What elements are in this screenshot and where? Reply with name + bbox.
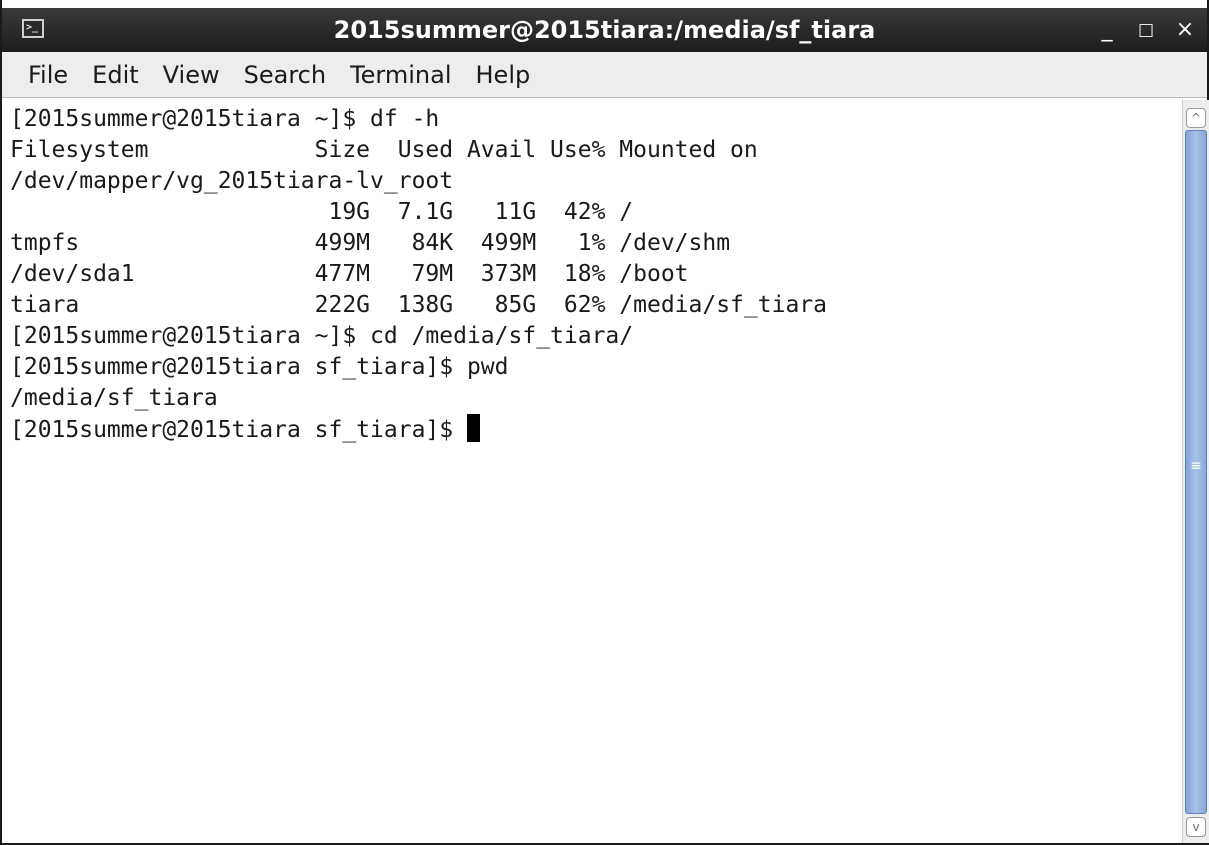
menu-bar: File Edit View Search Terminal Help bbox=[2, 52, 1207, 98]
close-button[interactable]: × bbox=[1172, 16, 1198, 44]
prompt-line[interactable]: [2015summer@2015tiara sf_tiara]$ bbox=[10, 414, 1172, 445]
menu-file[interactable]: File bbox=[16, 53, 80, 97]
terminal-line: Filesystem Size Used Avail Use% Mounted … bbox=[10, 137, 758, 163]
menu-help[interactable]: Help bbox=[464, 53, 543, 97]
terminal-line: [2015summer@2015tiara ~]$ cd /media/sf_t… bbox=[10, 323, 634, 349]
terminal-window: >_ 2015summer@2015tiara:/media/sf_tiara … bbox=[0, 0, 1209, 845]
scroll-up-icon[interactable]: ^ bbox=[1186, 108, 1206, 128]
vertical-scrollbar[interactable]: ^ ≡ v bbox=[1182, 100, 1209, 843]
menu-view[interactable]: View bbox=[151, 53, 232, 97]
maximize-button[interactable]: □ bbox=[1133, 16, 1159, 44]
title-bar[interactable]: >_ 2015summer@2015tiara:/media/sf_tiara … bbox=[2, 0, 1207, 52]
menu-terminal[interactable]: Terminal bbox=[338, 53, 463, 97]
minimize-button[interactable]: _ bbox=[1094, 16, 1120, 44]
terminal-line: tiara 222G 138G 85G 62% /media/sf_tiara bbox=[10, 292, 827, 318]
scroll-down-icon[interactable]: v bbox=[1186, 817, 1206, 837]
scroll-thumb[interactable]: ≡ bbox=[1185, 130, 1207, 814]
terminal-line: /media/sf_tiara bbox=[10, 385, 218, 411]
terminal-line: [2015summer@2015tiara sf_tiara]$ pwd bbox=[10, 354, 509, 380]
grip-icon: ≡ bbox=[1190, 458, 1202, 474]
menu-search[interactable]: Search bbox=[232, 53, 338, 97]
terminal-line: 19G 7.1G 11G 42% / bbox=[10, 199, 634, 225]
terminal-output[interactable]: [2015summer@2015tiara ~]$ df -h Filesyst… bbox=[2, 98, 1172, 843]
terminal-line: tmpfs 499M 84K 499M 1% /dev/shm bbox=[10, 230, 731, 256]
terminal-line: /dev/mapper/vg_2015tiara-lv_root bbox=[10, 168, 454, 194]
window-title: 2015summer@2015tiara:/media/sf_tiara bbox=[333, 16, 876, 44]
menu-edit[interactable]: Edit bbox=[80, 53, 150, 97]
terminal-line: [2015summer@2015tiara ~]$ df -h bbox=[10, 106, 440, 132]
text-cursor bbox=[466, 414, 480, 442]
terminal-line: /dev/sda1 477M 79M 373M 18% /boot bbox=[10, 261, 689, 287]
shell-prompt: [2015summer@2015tiara sf_tiara]$ bbox=[10, 417, 467, 443]
